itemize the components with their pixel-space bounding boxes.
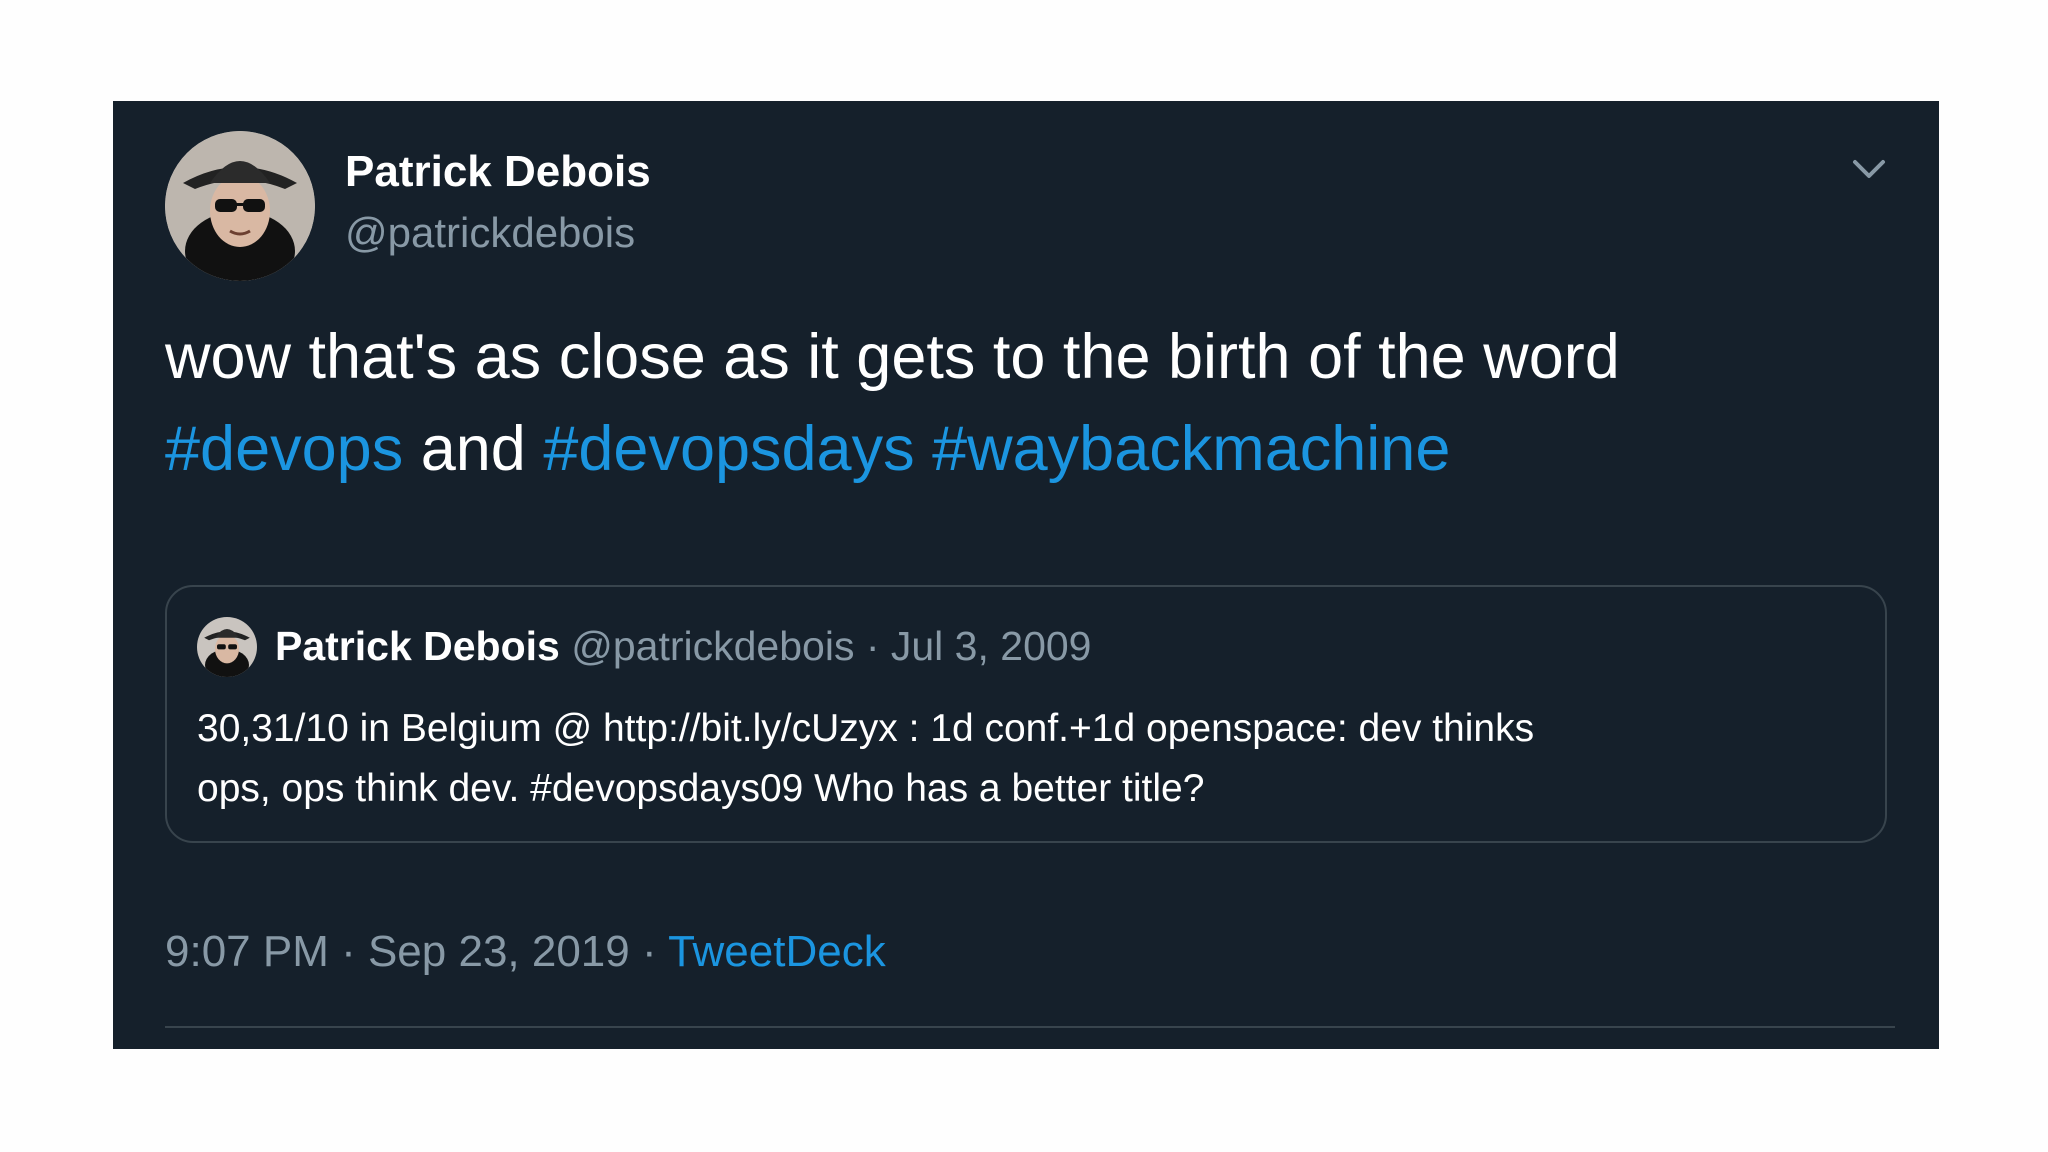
tweet-time-date[interactable]: 9:07 PM · Sep 23, 2019 · xyxy=(165,927,668,976)
author-avatar[interactable] xyxy=(165,131,315,281)
quoted-text-line-2: ops, ops think dev. #devopsdays09 Who ha… xyxy=(197,767,1205,810)
avatar-image xyxy=(165,131,315,281)
hashtag-waybackmachine[interactable]: #waybackmachine xyxy=(932,414,1450,484)
quoted-tweet-text: 30,31/10 in Belgium @ http://bit.ly/cUzy… xyxy=(197,699,1857,819)
tweet-text-line-1: wow that's as close as it gets to the bi… xyxy=(165,322,1620,392)
quoted-author-avatar xyxy=(197,617,257,677)
author-display-name[interactable]: Patrick Debois xyxy=(345,147,651,197)
hashtag-devops[interactable]: #devops xyxy=(165,414,403,484)
tweet-text: wow that's as close as it gets to the bi… xyxy=(165,311,1905,495)
quoted-text-line-1: 30,31/10 in Belgium @ http://bit.ly/cUzy… xyxy=(197,707,1535,750)
tweet-card: Patrick Debois @patrickdebois wow that's… xyxy=(113,101,1939,1049)
quoted-tweet[interactable]: Patrick Debois @patrickdebois · Jul 3, 2… xyxy=(165,585,1887,843)
tweet-text-connector: and xyxy=(403,414,544,484)
tweet-source-link[interactable]: TweetDeck xyxy=(668,927,886,976)
hashtag-devopsdays[interactable]: #devopsdays xyxy=(543,414,914,484)
divider xyxy=(165,1026,1895,1028)
tweet-timestamp: 9:07 PM · Sep 23, 2019 · TweetDeck xyxy=(165,927,886,977)
quoted-author-meta: @patrickdebois · Jul 3, 2009 xyxy=(571,623,1092,669)
chevron-down-icon[interactable] xyxy=(1847,147,1891,191)
quoted-author-name: Patrick Debois xyxy=(275,623,560,669)
author-handle[interactable]: @patrickdebois xyxy=(345,209,635,257)
avatar-image xyxy=(197,617,257,677)
tweet-text-line-2: #devops and #devopsdays #waybackmachine xyxy=(165,403,1905,495)
quoted-tweet-header: Patrick Debois @patrickdebois · Jul 3, 2… xyxy=(275,623,1091,670)
